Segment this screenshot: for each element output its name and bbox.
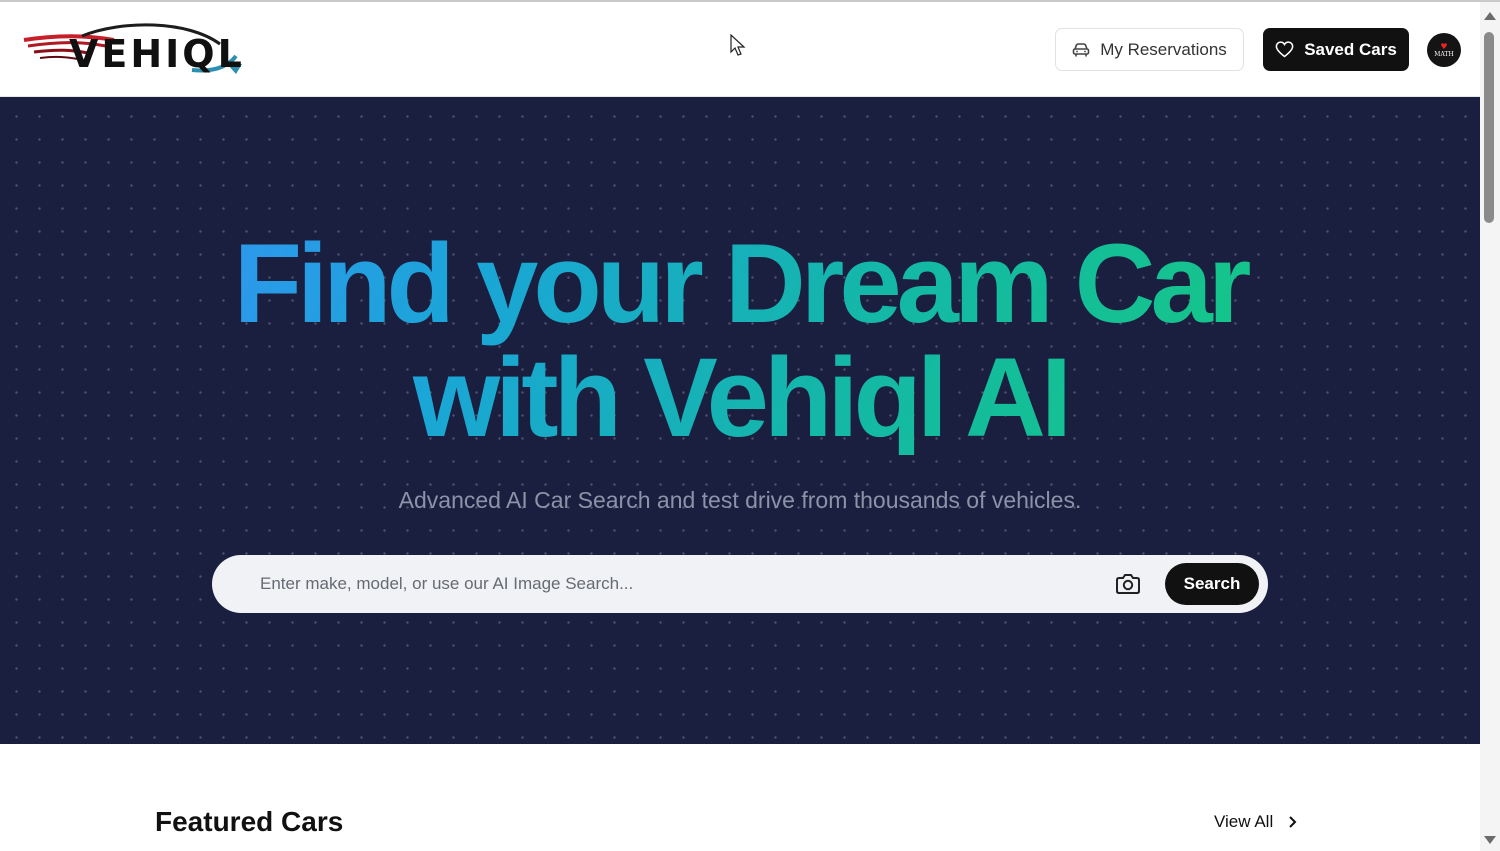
hero-title: Find your Dream Car with Vehiql AI bbox=[0, 227, 1480, 455]
view-all-label: View All bbox=[1214, 812, 1274, 831]
my-reservations-label: My Reservations bbox=[1100, 39, 1227, 59]
heart-icon bbox=[1275, 41, 1294, 58]
chevron-right-icon bbox=[1289, 816, 1297, 828]
featured-cars-title: Featured Cars bbox=[155, 806, 344, 837]
avatar-image: ♥ MATH bbox=[1434, 41, 1454, 58]
logo-text: VEHIQL bbox=[69, 32, 245, 76]
vertical-scrollbar[interactable] bbox=[1480, 2, 1500, 851]
hero-title-line1: Find your Dream Car bbox=[233, 221, 1247, 346]
saved-cars-button[interactable]: Saved Cars bbox=[1263, 28, 1409, 71]
hero-subtitle: Advanced AI Car Search and test drive fr… bbox=[398, 487, 1082, 513]
avatar-text: MATH bbox=[1434, 50, 1454, 58]
user-avatar[interactable]: ♥ MATH bbox=[1427, 33, 1461, 67]
scroll-down-arrow-icon[interactable] bbox=[1484, 836, 1496, 844]
my-reservations-button[interactable]: My Reservations bbox=[1055, 28, 1244, 71]
view-all-link[interactable]: View All bbox=[1214, 812, 1297, 832]
search-bar: Search bbox=[212, 555, 1268, 613]
saved-cars-label: Saved Cars bbox=[1304, 39, 1397, 59]
mouse-cursor-icon bbox=[730, 34, 746, 56]
hero-title-line2: with Vehiql AI bbox=[413, 335, 1067, 460]
search-input[interactable] bbox=[258, 565, 1098, 603]
hero-section: Find your Dream Car with Vehiql AI Advan… bbox=[0, 97, 1480, 744]
search-button[interactable]: Search bbox=[1165, 563, 1259, 605]
scroll-up-arrow-icon[interactable] bbox=[1484, 12, 1496, 20]
vehiql-logo[interactable]: VEHIQL bbox=[22, 22, 246, 80]
car-icon bbox=[1072, 42, 1090, 56]
ai-image-search-button[interactable] bbox=[1114, 571, 1142, 597]
top-navbar: VEHIQL My Reservations Saved Cars ♥ MATH bbox=[0, 2, 1480, 97]
camera-icon bbox=[1116, 574, 1140, 594]
avatar-heart-icon: ♥ bbox=[1440, 41, 1448, 51]
page: VEHIQL My Reservations Saved Cars ♥ MATH… bbox=[0, 0, 1500, 851]
scrollbar-thumb[interactable] bbox=[1484, 32, 1494, 223]
